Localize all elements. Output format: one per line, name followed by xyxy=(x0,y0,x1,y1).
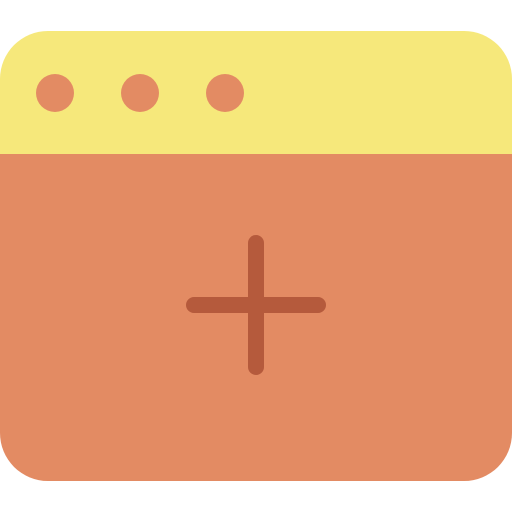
window-dot-1 xyxy=(36,74,74,112)
window-title-bar xyxy=(0,31,512,154)
window-dot-2 xyxy=(121,74,159,112)
plus-icon xyxy=(184,233,328,377)
window-dot-3 xyxy=(206,74,244,112)
new-window-icon xyxy=(0,31,512,481)
